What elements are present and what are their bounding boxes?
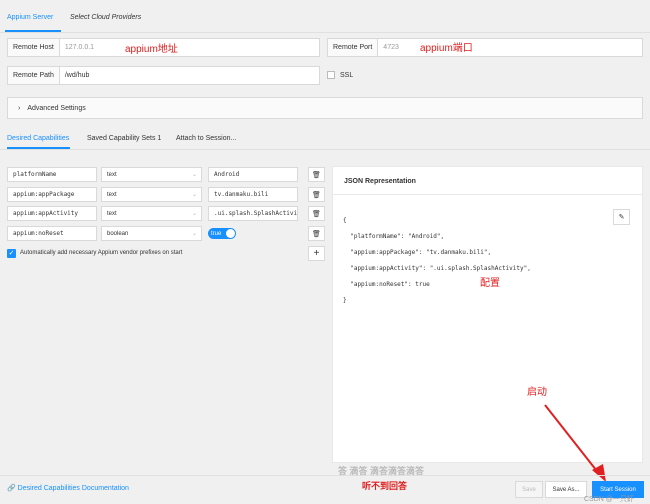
tab-attach-to-session[interactable]: Attach to Session... <box>176 135 236 142</box>
chevron-down-icon: ⌄ <box>191 231 197 237</box>
cap-value-input-2[interactable]: tv.danmaku.bili <box>208 187 298 202</box>
trash-icon: 🗑 <box>312 191 321 199</box>
remote-port-field[interactable]: Remote Port 4723 <box>327 38 643 57</box>
cap-type-value: boolean <box>107 230 129 237</box>
tab-cloud-providers[interactable]: Select Cloud Providers <box>70 14 141 21</box>
json-line: "appium:appActivity": ".ui.splash.Splash… <box>343 265 531 272</box>
save-as-button[interactable]: Save As... <box>545 481 587 498</box>
cap-name-input-3[interactable]: appium:appActivity <box>7 206 97 221</box>
capabilities-docs-link[interactable]: 🔗 Desired Capabilities Documentation <box>7 484 129 492</box>
save-button[interactable]: Save <box>515 481 543 498</box>
remote-port-label: Remote Port <box>328 39 379 56</box>
remote-path-label: Remote Path <box>8 67 60 84</box>
cap-type-select-2[interactable]: text ⌄ <box>101 187 202 202</box>
ssl-label: SSL <box>340 72 354 79</box>
footer-divider <box>0 475 650 476</box>
answer-annotation: 答 滴答 滴答滴答滴答 <box>338 466 425 476</box>
trash-icon: 🗑 <box>312 171 321 179</box>
remote-port-input[interactable]: 4723 <box>378 44 399 51</box>
trash-icon: 🗑 <box>312 210 321 218</box>
config-annotation: 配置 <box>480 278 500 289</box>
arrow-icon <box>544 404 606 482</box>
json-line: "platformName": "Android", <box>343 233 445 240</box>
cap-name-input-4[interactable]: appium:noReset <box>7 226 97 241</box>
cap-name-input-1[interactable]: platformName <box>7 167 97 182</box>
chevron-down-icon: ⌄ <box>191 192 197 198</box>
edit-json-button[interactable]: ✎ <box>613 209 630 225</box>
chevron-down-icon: ⌄ <box>191 211 197 217</box>
remote-host-label: Remote Host <box>8 39 60 56</box>
json-panel-divider <box>333 194 642 195</box>
watermark: CSDN @一只虾 <box>584 496 634 503</box>
cap-type-select-4[interactable]: boolean ⌄ <box>101 226 202 241</box>
chevron-down-icon: ⌄ <box>191 172 197 178</box>
cap-type-value: text <box>107 210 117 217</box>
remote-path-input[interactable]: /wd/hub <box>60 72 90 79</box>
json-code-block: { "platformName": "Android", "appium:app… <box>343 209 531 313</box>
tab-desired-capabilities[interactable]: Desired Capabilities <box>7 135 69 142</box>
json-line: "appium:noReset": true <box>343 281 430 288</box>
json-line: } <box>343 297 347 304</box>
tab-saved-capability-sets[interactable]: Saved Capability Sets 1 <box>87 135 161 142</box>
cap-value-input-3[interactable]: .ui.splash.SplashActivity <box>208 206 298 221</box>
start-annotation: 启动 <box>527 387 547 398</box>
trash-icon: 🗑 <box>312 230 321 238</box>
tab-divider <box>0 32 650 33</box>
remote-host-input[interactable]: 127.0.0.1 <box>60 44 94 51</box>
advanced-settings-collapse[interactable]: › Advanced Settings <box>7 97 643 119</box>
cant-hear-annotation: 听不到回答 <box>362 481 408 491</box>
ssl-checkbox[interactable] <box>327 71 335 79</box>
cap-type-select-1[interactable]: text ⌄ <box>101 167 202 182</box>
toggle-label: true <box>211 230 222 237</box>
json-line: { <box>343 217 347 224</box>
auto-prefix-checkbox[interactable]: ✓ <box>7 249 16 258</box>
add-capability-button[interactable]: + <box>308 246 325 261</box>
json-panel-title: JSON Representation <box>344 178 416 185</box>
cap-type-value: text <box>107 191 117 198</box>
docs-link-label: Desired Capabilities Documentation <box>17 485 129 492</box>
remote-path-field[interactable]: Remote Path /wd/hub <box>7 66 320 85</box>
advanced-settings-label: Advanced Settings <box>27 104 86 112</box>
delete-cap-button-2[interactable]: 🗑 <box>308 187 325 202</box>
chevron-right-icon: › <box>18 104 21 112</box>
link-icon: 🔗 <box>7 485 16 492</box>
tab-appium-server[interactable]: Appium Server <box>7 14 53 21</box>
cap-type-select-3[interactable]: text ⌄ <box>101 206 202 221</box>
port-annotation: appium端口 <box>420 43 473 54</box>
auto-prefix-label: Automatically add necessary Appium vendo… <box>20 250 183 256</box>
delete-cap-button-3[interactable]: 🗑 <box>308 206 325 221</box>
host-annotation: appium地址 <box>125 44 178 55</box>
toggle-knob <box>226 229 235 238</box>
cap-type-value: text <box>107 171 117 178</box>
cap-name-input-2[interactable]: appium:appPackage <box>7 187 97 202</box>
delete-cap-button-4[interactable]: 🗑 <box>308 226 325 241</box>
cap-tab-divider <box>0 149 650 150</box>
delete-cap-button-1[interactable]: 🗑 <box>308 167 325 182</box>
pencil-icon: ✎ <box>618 214 625 221</box>
check-icon: ✓ <box>8 250 15 257</box>
no-reset-toggle[interactable]: true <box>208 228 236 239</box>
plus-icon: + <box>313 248 320 259</box>
cap-value-input-1[interactable]: Android <box>208 167 298 182</box>
json-line: "appium:appPackage": "tv.danmaku.bili", <box>343 249 492 256</box>
